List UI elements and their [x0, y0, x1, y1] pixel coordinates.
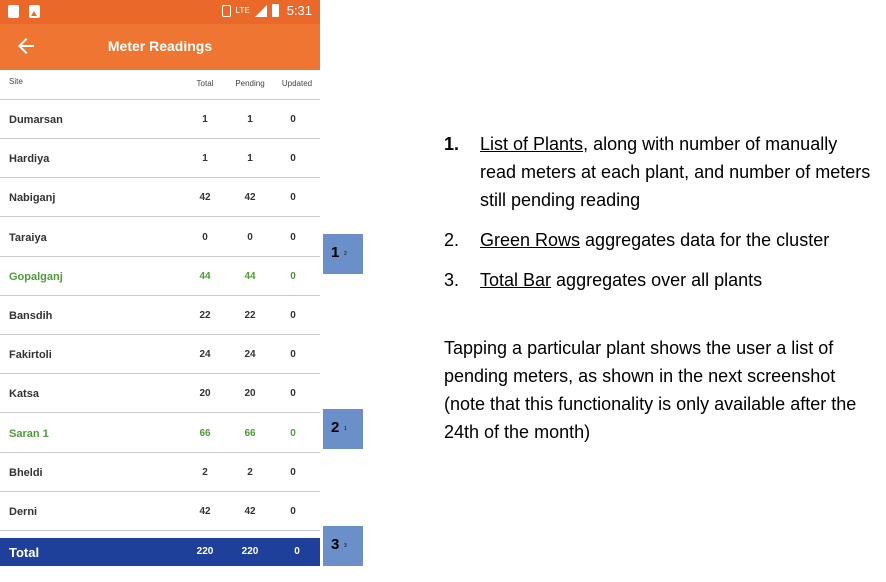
- table-row[interactable]: Derni 42 42 0: [0, 492, 320, 531]
- row-pending: 24: [244, 349, 256, 361]
- total-label: Total: [9, 545, 40, 560]
- row-total: 22: [199, 310, 211, 321]
- row-updated: 0: [290, 270, 296, 282]
- callout-subscript: 1: [344, 426, 347, 432]
- row-total: 1: [202, 114, 208, 125]
- row-total: 20: [199, 388, 211, 400]
- row-site: Hardiya: [9, 153, 50, 166]
- header-pending: Pending: [235, 79, 265, 88]
- table-row[interactable]: Gopalganj 44 44 0: [0, 257, 320, 296]
- vibrate-icon: [221, 4, 231, 17]
- row-updated: 0: [290, 427, 296, 439]
- row-updated: 0: [290, 114, 296, 125]
- header-total: Total: [196, 79, 214, 88]
- row-total: 44: [199, 270, 211, 282]
- note-link: Total Bar: [480, 270, 552, 290]
- note-item: 2. Green Rows aggregates data for the cl…: [444, 226, 874, 254]
- row-site: Bheldi: [9, 466, 43, 479]
- table-row[interactable]: Fakirtoli 24 24 0: [0, 335, 320, 375]
- table-row[interactable]: Nabiganj 42 42 0: [0, 178, 320, 218]
- row-pending: 2: [247, 466, 253, 478]
- row-site: Dumarsan: [9, 114, 63, 126]
- row-pending: 42: [244, 506, 256, 517]
- note-paragraph: Tapping a particular plant shows the use…: [444, 338, 857, 442]
- row-site: Saran 1: [9, 427, 49, 440]
- note-link: List of Plants: [480, 134, 584, 154]
- row-pending: 42: [244, 192, 256, 204]
- note-number: 1.: [444, 134, 460, 154]
- note-text: aggregates data for the cluster: [580, 230, 830, 250]
- phone-screen: LTE 5:31 Meter Readings Site Total Pendi…: [0, 0, 320, 566]
- row-updated: 0: [290, 153, 296, 165]
- note-link: Green Rows: [480, 230, 581, 250]
- network-label: LTE: [235, 6, 250, 15]
- note-number: 3.: [444, 270, 460, 290]
- note-number: 2.: [444, 230, 460, 250]
- row-site: Katsa: [9, 388, 39, 401]
- row-updated: 0: [290, 349, 296, 361]
- callout-subscript: 3: [344, 543, 347, 549]
- battery-icon: [271, 4, 279, 17]
- table-row[interactable]: Hardiya 1 1 0: [0, 139, 320, 179]
- row-updated: 0: [290, 506, 296, 517]
- total-pending: 220: [241, 546, 259, 557]
- table-row[interactable]: Saran 1 66 66 0: [0, 414, 320, 453]
- row-site: Taraiya: [9, 231, 47, 244]
- row-pending: 22: [244, 310, 256, 321]
- row-pending: 1: [247, 114, 253, 125]
- row-pending: 1: [247, 153, 253, 165]
- row-site: Bansdih: [9, 310, 53, 322]
- row-site: Gopalganj: [9, 270, 63, 283]
- callout-subscript: 2: [344, 251, 347, 257]
- table-row[interactable]: Bansdih 22 22 0: [0, 296, 320, 335]
- total-bar: Total 220 220 0: [0, 538, 320, 566]
- note-item: 3. Total Bar aggregates over all plants: [444, 266, 874, 294]
- row-total: 42: [199, 506, 211, 517]
- table-row[interactable]: Katsa 20 20 0: [0, 374, 320, 414]
- row-updated: 0: [290, 388, 296, 400]
- table-row[interactable]: Bheldi 2 2 0: [0, 453, 320, 492]
- row-total: 0: [202, 231, 208, 243]
- row-site: Fakirtoli: [9, 349, 52, 362]
- row-updated: 0: [290, 192, 296, 204]
- page-title: Meter Readings: [107, 38, 213, 54]
- row-updated: 0: [290, 310, 296, 321]
- note-text: aggregates over all plants: [551, 270, 763, 290]
- image-icon: [29, 5, 40, 18]
- row-updated: 0: [290, 466, 296, 478]
- row-site: Derni: [9, 506, 38, 518]
- row-pending: 0: [247, 231, 253, 243]
- notification-icon: [8, 5, 19, 18]
- annotation-notes: 1. List of Plants, along with number of …: [444, 130, 874, 446]
- table-row[interactable]: Dumarsan 1 1 0: [0, 100, 320, 139]
- row-updated: 0: [290, 231, 296, 243]
- row-total: 42: [199, 192, 211, 204]
- total-updated: 0: [294, 546, 300, 557]
- table-header: Site Total Pending Updated: [0, 70, 320, 100]
- callout-box-3: 3 3: [323, 526, 363, 566]
- note-item: 1. List of Plants, along with number of …: [444, 130, 874, 214]
- table-row[interactable]: Taraiya 0 0 0: [0, 218, 320, 257]
- total-total: 220: [196, 546, 214, 557]
- callout-number: 2: [331, 419, 340, 436]
- row-pending: 44: [244, 270, 256, 282]
- row-total: 2: [202, 466, 208, 478]
- header-site: Site: [9, 77, 23, 86]
- header-updated: Updated: [281, 79, 313, 88]
- callout-number: 3: [331, 536, 340, 553]
- callout-box-1: 1 2: [323, 234, 363, 274]
- row-site: Nabiganj: [9, 192, 56, 205]
- row-total: 24: [199, 349, 211, 361]
- row-pending: 20: [244, 388, 256, 400]
- row-pending: 66: [244, 427, 256, 439]
- signal-icon: [254, 4, 267, 17]
- callout-number: 1: [331, 244, 340, 261]
- app-bar: Meter Readings: [0, 24, 320, 70]
- callout-box-2: 2 1: [323, 409, 363, 449]
- row-total: 1: [202, 153, 208, 165]
- status-time: 5:31: [286, 3, 312, 18]
- row-total: 66: [199, 427, 211, 439]
- status-bar: LTE 5:31: [0, 0, 320, 24]
